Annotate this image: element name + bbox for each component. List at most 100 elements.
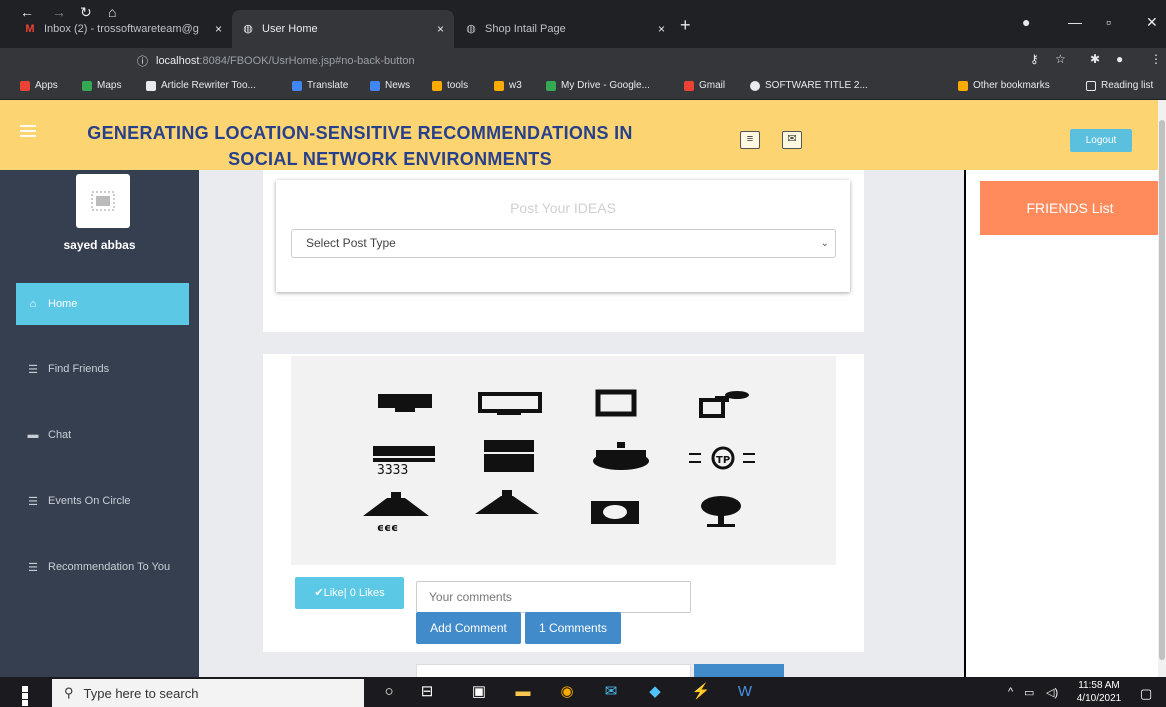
tab-gmail-inbox[interactable]: M Inbox (2) - trossoftwareteam@g × bbox=[14, 10, 232, 48]
cube-app-icon[interactable]: ◆ bbox=[644, 681, 666, 703]
menu-kebab-icon[interactable]: ⋮ bbox=[1150, 52, 1162, 66]
back-arrow-icon[interactable]: ← bbox=[20, 4, 34, 20]
chat-icon: ▬ bbox=[27, 429, 39, 441]
cortana-icon[interactable]: ○ bbox=[378, 681, 400, 703]
maximize-icon[interactable]: ▫ bbox=[1106, 14, 1111, 30]
chevron-down-icon: ⌄ bbox=[820, 238, 829, 249]
bookmark-translate[interactable]: Translate bbox=[292, 80, 348, 91]
translate-icon bbox=[292, 80, 302, 91]
tab-user-home[interactable]: ◍ User Home × bbox=[232, 10, 454, 48]
close-tab-icon[interactable]: × bbox=[215, 22, 222, 36]
taskbar-clock[interactable]: 11:58 AM 4/10/2021 bbox=[1074, 679, 1124, 705]
network-icon[interactable]: ▭ bbox=[1024, 686, 1034, 699]
list-icon: ☰ bbox=[28, 561, 38, 574]
mail-icon[interactable]: ✉ bbox=[782, 131, 802, 149]
search-icon: ⚲ bbox=[64, 685, 74, 700]
page-icon bbox=[146, 80, 156, 91]
notifications-icon[interactable]: ▢ bbox=[1140, 686, 1152, 702]
home-icon: ⌂ bbox=[29, 298, 37, 310]
close-window-icon[interactable]: ✕ bbox=[1146, 14, 1158, 31]
bookmark-my-drive[interactable]: My Drive - Google... bbox=[546, 80, 650, 91]
tab-shop-page[interactable]: ◍ Shop Intail Page × bbox=[455, 10, 675, 48]
next-post-comment-input[interactable] bbox=[416, 664, 691, 677]
chrome-icon[interactable]: ◉ bbox=[556, 681, 578, 703]
volume-icon[interactable]: ◁) bbox=[1046, 686, 1058, 699]
lightning-app-icon[interactable]: ⚡ bbox=[690, 681, 712, 703]
page-title: GENERATING LOCATION-SENSITIVE RECOMMENDA… bbox=[87, 123, 633, 169]
sidebar-item-chat[interactable]: ▬ Chat bbox=[16, 414, 189, 456]
list-icon: ☰ bbox=[28, 495, 38, 508]
folder-icon bbox=[432, 80, 442, 91]
next-post-button[interactable] bbox=[694, 664, 784, 677]
sidebar-item-find-friends[interactable]: ☰ Find Friends bbox=[16, 348, 189, 390]
list-icon: ☰ bbox=[28, 363, 38, 376]
forward-arrow-icon[interactable]: → bbox=[52, 4, 66, 20]
svg-text:TP: TP bbox=[716, 455, 730, 466]
gmail-icon bbox=[684, 80, 694, 91]
close-tab-icon[interactable]: × bbox=[658, 22, 665, 36]
word-icon[interactable]: W bbox=[734, 681, 756, 703]
profile-image-icon bbox=[91, 191, 115, 211]
sidebar-item-home[interactable]: ⌂ Home bbox=[16, 283, 189, 325]
address-bar[interactable]: ⓘ localhost:8084/FBOOK/UsrHome.jsp#no-ba… bbox=[137, 48, 415, 74]
profile-icon[interactable]: ● bbox=[1022, 14, 1030, 30]
right-panel bbox=[964, 170, 1166, 677]
bookmark-tools[interactable]: tools bbox=[432, 80, 468, 91]
hamburger-menu-icon[interactable] bbox=[20, 125, 36, 137]
windows-start-icon[interactable] bbox=[22, 686, 35, 706]
reload-icon[interactable]: ↻ bbox=[80, 4, 92, 21]
reading-list-icon bbox=[1086, 80, 1096, 91]
appliance-icons-image: 3333 TP ϵϵϵ bbox=[363, 389, 755, 534]
mail-app-icon[interactable]: ✉ bbox=[600, 681, 622, 703]
minimize-icon[interactable]: — bbox=[1068, 14, 1082, 30]
task-view-icon[interactable]: ⊟ bbox=[416, 681, 438, 703]
post-type-select[interactable]: Select Post Type ⌄ bbox=[291, 229, 836, 258]
store-icon[interactable]: ▣ bbox=[468, 681, 490, 703]
close-tab-icon[interactable]: × bbox=[437, 22, 444, 36]
comment-input[interactable]: Your comments bbox=[416, 581, 691, 613]
apps-grid-icon bbox=[20, 80, 30, 91]
taskbar-search[interactable]: ⚲ Type here to search bbox=[52, 679, 364, 707]
bookmark-gmail[interactable]: Gmail bbox=[684, 80, 725, 91]
folder-icon bbox=[958, 80, 968, 91]
bookmark-software-title[interactable]: SOFTWARE TITLE 2... bbox=[750, 80, 868, 91]
like-button[interactable]: ✔Like| 0 Likes bbox=[295, 577, 404, 609]
friends-list-button[interactable]: FRIENDS List bbox=[980, 181, 1160, 235]
user-name: sayed abbas bbox=[63, 238, 136, 252]
news-icon bbox=[370, 80, 380, 91]
bookmark-apps[interactable]: Apps bbox=[20, 80, 58, 91]
bookmark-article-rewriter[interactable]: Article Rewriter Too... bbox=[146, 80, 256, 91]
news-feed-icon[interactable]: ≡ bbox=[740, 131, 760, 149]
bookmark-news[interactable]: News bbox=[370, 80, 410, 91]
bookmark-reading-list[interactable]: Reading list bbox=[1086, 80, 1153, 91]
maps-icon bbox=[82, 80, 92, 91]
svg-text:3333: 3333 bbox=[377, 463, 408, 478]
bookmark-star-icon[interactable]: ☆ bbox=[1055, 52, 1066, 66]
globe-icon: ◍ bbox=[466, 23, 476, 35]
globe-icon: ◍ bbox=[243, 23, 253, 35]
scrollbar-thumb[interactable] bbox=[1159, 120, 1165, 660]
svg-text:ϵϵϵ: ϵϵϵ bbox=[377, 521, 398, 534]
home-icon[interactable]: ⌂ bbox=[108, 4, 116, 20]
drive-icon bbox=[546, 80, 556, 91]
bookmark-w3[interactable]: w3 bbox=[494, 80, 522, 91]
tray-chevron-icon[interactable]: ^ bbox=[1008, 686, 1013, 698]
bookmark-maps[interactable]: Maps bbox=[82, 80, 121, 91]
avatar bbox=[76, 174, 130, 228]
logout-button[interactable]: Logout bbox=[1070, 129, 1132, 152]
folder-icon bbox=[494, 80, 504, 91]
file-explorer-icon[interactable]: ▬ bbox=[512, 681, 534, 703]
post-form-title: Post Your IDEAS bbox=[510, 200, 616, 216]
extensions-icon[interactable]: ✱ bbox=[1090, 52, 1100, 66]
sidebar-item-events[interactable]: ☰ Events On Circle bbox=[16, 480, 189, 522]
comments-count-button[interactable]: 1 Comments bbox=[525, 612, 621, 644]
account-icon[interactable]: ● bbox=[1116, 52, 1123, 66]
bookmark-other[interactable]: Other bookmarks bbox=[958, 80, 1050, 91]
post-image: 3333 TP ϵϵϵ bbox=[291, 356, 836, 565]
new-tab-button[interactable]: + bbox=[680, 15, 691, 36]
sidebar-item-recommendation[interactable]: ☰ Recommendation To You bbox=[16, 546, 189, 588]
gmail-icon: M bbox=[25, 23, 35, 35]
key-icon[interactable]: ⚷ bbox=[1030, 52, 1039, 66]
add-comment-button[interactable]: Add Comment bbox=[416, 612, 521, 644]
info-icon: ⓘ bbox=[137, 56, 148, 68]
